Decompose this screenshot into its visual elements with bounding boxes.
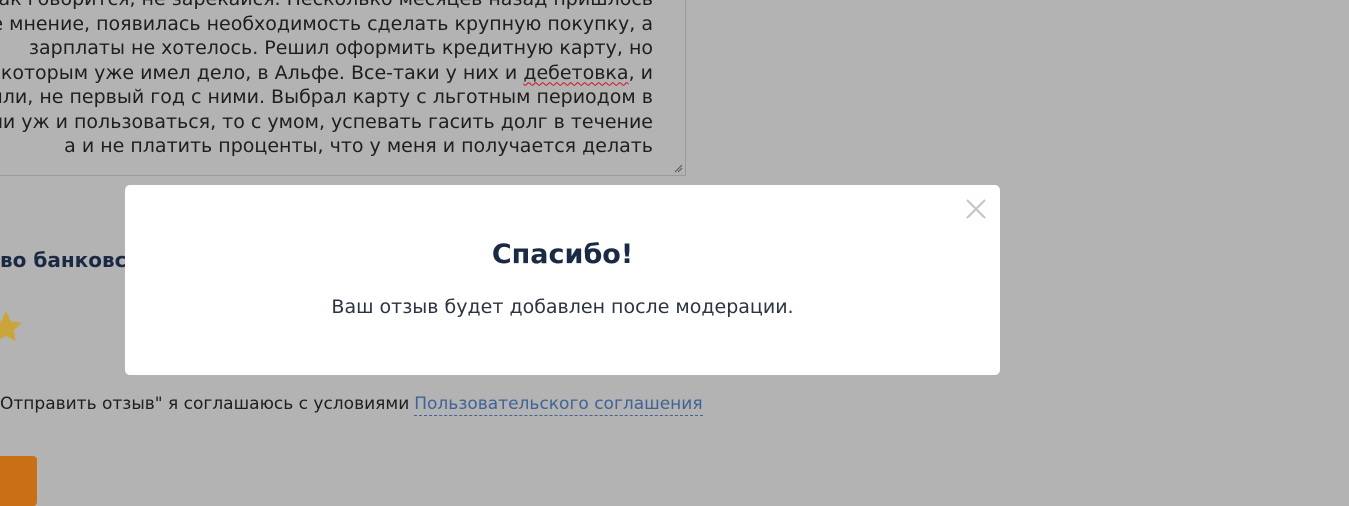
review-line: как говорится, не зарекайся. Несколько м…	[0, 0, 653, 12]
review-line: а и не платить проценты, что у меня и по…	[64, 135, 653, 157]
close-icon[interactable]	[964, 197, 988, 221]
review-line-start: которым уже имел дело, в Альфе. Все-таки…	[0, 61, 524, 84]
review-line: были, не первый год с ними. Выбрал карту…	[0, 86, 653, 108]
review-line: е мнение, появилась необходимость сделат…	[0, 12, 653, 35]
star-icon[interactable]	[0, 307, 26, 347]
thank-you-modal: Спасибо! Ваш отзыв будет добавлен после …	[125, 185, 1000, 375]
user-agreement-link[interactable]: Пользовательского соглашения	[414, 394, 703, 416]
review-line: ли уж и пользоваться, то с умом, успеват…	[0, 110, 653, 133]
agreement-text: Отправить отзыв" я соглашаюсь с условиям…	[0, 394, 703, 416]
review-text: как говорится, не зарекайся. Несколько м…	[0, 0, 653, 159]
misspelled-word: дебетовка	[523, 61, 629, 84]
review-line-end: , и	[628, 61, 653, 84]
review-textarea[interactable]: как говорится, не зарекайся. Несколько м…	[0, 0, 686, 176]
resize-handle-icon[interactable]	[673, 163, 683, 173]
agreement-label: Отправить отзыв" я соглашаюсь с условиям…	[0, 394, 410, 414]
submit-review-button[interactable]	[0, 456, 37, 506]
modal-message: Ваш отзыв будет добавлен после модерации…	[331, 296, 794, 318]
review-line: зарплаты не хотелось. Решил оформить кре…	[28, 37, 653, 59]
review-line: которым уже имел дело, в Альфе. Все-таки…	[0, 61, 653, 86]
modal-title: Спасибо!	[491, 239, 634, 270]
rating-heading: во банковск	[0, 248, 141, 272]
